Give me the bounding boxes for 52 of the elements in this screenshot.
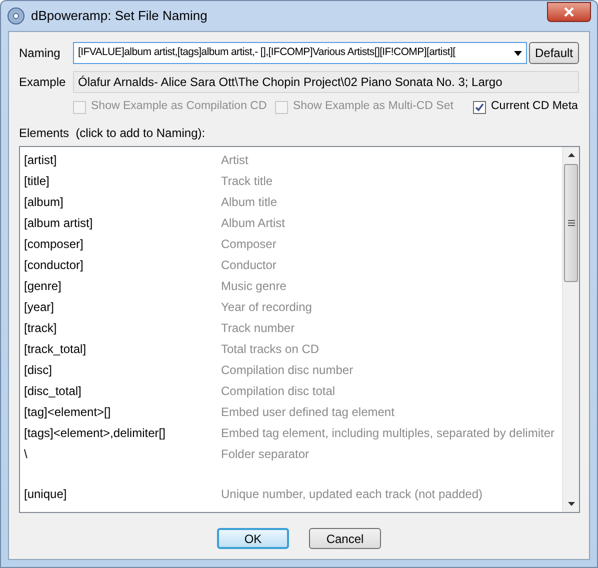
disc-icon [7, 7, 25, 25]
element-code[interactable]: [disc_total] [24, 382, 221, 400]
element-description: Embed tag element, including multiples, separated by delimiter [221, 424, 555, 442]
element-code[interactable]: [tag]<element>[] [24, 402, 221, 420]
naming-dropdown[interactable]: [IFVALUE]album artist,[tags]album artist,- [],[IFCOMP]Various Artists[][IF!COMP][artist][ [73, 42, 527, 64]
element-description: Total tracks on CD [221, 340, 320, 358]
element-description: Year of recording [221, 298, 312, 316]
element-code[interactable]: [tags]<element>,delimiter[] [24, 424, 221, 442]
dialog-button[interactable]: Cancel [309, 528, 381, 549]
element-description: Composer [221, 236, 276, 252]
element-description: Compilation disc total [221, 382, 336, 400]
scroll-thumb[interactable] [564, 164, 578, 282]
dialog-button[interactable]: OK [217, 528, 289, 549]
element-code[interactable]: [artist] [24, 150, 221, 168]
element-description: Artist [221, 152, 248, 168]
element-code[interactable]: [track] [24, 318, 221, 336]
checkbox-label: Show Example as Compilation CD [91, 99, 267, 114]
elements-label: Elements (click to add to Naming): [19, 125, 206, 142]
element-code[interactable]: [unique] [24, 485, 221, 503]
default-button[interactable]: Default [529, 42, 579, 64]
element-code[interactable]: [composer] [24, 234, 221, 252]
element-description: Music genre [221, 278, 286, 294]
element-description: Folder separator [221, 446, 310, 462]
grip-icon [568, 220, 574, 226]
element-description: Compilation disc number [221, 362, 354, 378]
element-code[interactable]: [conductor] [24, 256, 221, 274]
checkbox[interactable] [473, 100, 486, 114]
scrollbar[interactable] [562, 147, 579, 512]
element-description: Conductor [221, 256, 276, 274]
element-code[interactable]: [genre] [24, 276, 221, 294]
caret-icon [514, 50, 522, 56]
element-code[interactable]: [year] [24, 298, 221, 316]
element-code[interactable]: [disc] [24, 360, 221, 378]
element-code[interactable]: [title] [24, 172, 221, 190]
checkbox-label: Current CD Meta [491, 99, 578, 114]
close-icon [563, 7, 575, 17]
element-description: Track title [221, 172, 273, 190]
checkbox-label: Show Example as Multi-CD Set [293, 99, 454, 114]
element-description: Album title [221, 194, 278, 210]
element-code[interactable]: [track_total] [24, 340, 221, 358]
element-code[interactable]: [album] [24, 192, 221, 210]
element-description: Album Artist [221, 214, 286, 232]
element-code[interactable]: [album artist] [24, 214, 221, 232]
example-field: Ólafur Arnalds- Alice Sara Ott\The Chopin Project\02 Piano Sonata No. 3; Largo [73, 71, 579, 93]
element-description: Embed user defined tag element [221, 404, 394, 420]
element-code[interactable]: \ [24, 444, 221, 462]
element-description: Track number [221, 320, 295, 336]
element-description: Unique number, updated each track (not padded) [221, 486, 483, 503]
naming-label: Naming [19, 45, 62, 62]
example-label: Example [19, 74, 67, 91]
close-button[interactable] [547, 2, 591, 22]
window-title: dBpoweramp: Set File Naming [31, 7, 208, 26]
